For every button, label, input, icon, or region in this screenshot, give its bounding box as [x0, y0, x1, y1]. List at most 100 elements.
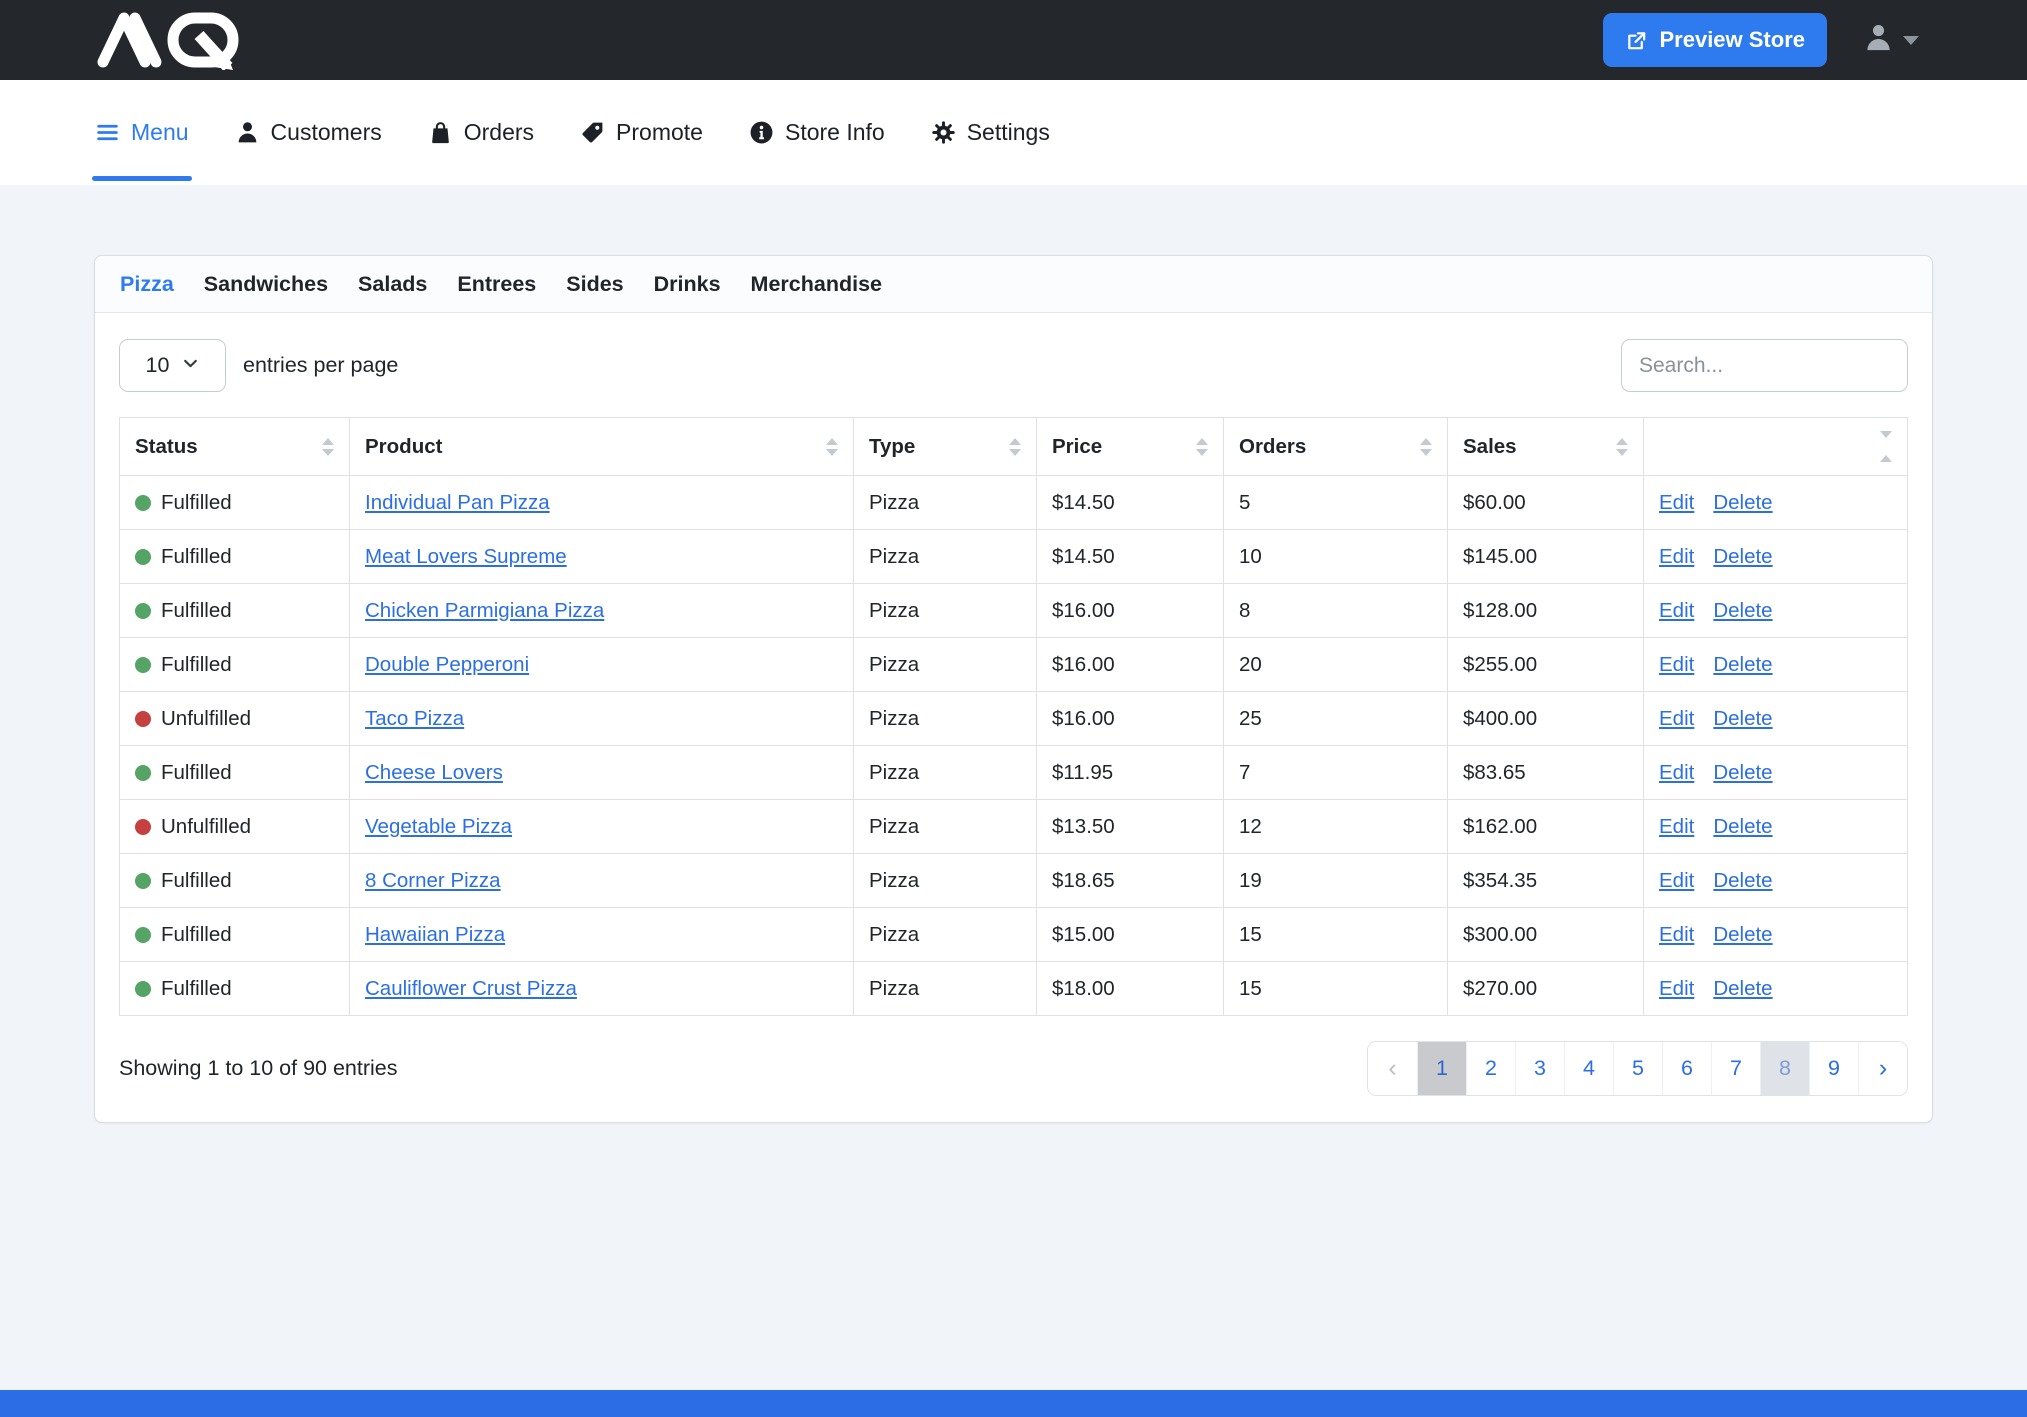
pagination-page-2[interactable]: 2: [1466, 1042, 1515, 1095]
column-label: Orders: [1239, 435, 1306, 459]
column-header-product[interactable]: Product: [350, 418, 854, 476]
table-header-row: Status Product Type Price Orders Sales: [120, 418, 1908, 476]
product-link[interactable]: Chicken Parmigiana Pizza: [365, 599, 604, 622]
delete-link[interactable]: Delete: [1713, 761, 1772, 785]
orders-cell: 7: [1224, 746, 1448, 800]
table-row: FulfilledHawaiian PizzaPizza$15.0015$300…: [120, 908, 1908, 962]
edit-link[interactable]: Edit: [1659, 977, 1694, 1001]
status-label: Fulfilled: [161, 491, 232, 515]
showing-entries-text: Showing 1 to 10 of 90 entries: [119, 1056, 398, 1081]
product-link[interactable]: Cheese Lovers: [365, 761, 503, 784]
status-cell: Unfulfilled: [120, 800, 350, 854]
status-cell: Unfulfilled: [120, 692, 350, 746]
edit-link[interactable]: Edit: [1659, 761, 1694, 785]
pagination-next-button[interactable]: ›: [1858, 1042, 1907, 1095]
nav-item-label: Store Info: [785, 119, 885, 146]
type-cell: Pizza: [854, 908, 1037, 962]
sales-cell: $270.00: [1448, 962, 1644, 1016]
column-label: Status: [135, 435, 198, 459]
product-link[interactable]: Hawaiian Pizza: [365, 923, 505, 946]
edit-link[interactable]: Edit: [1659, 545, 1694, 569]
edit-link[interactable]: Edit: [1659, 869, 1694, 893]
tab-merchandise[interactable]: Merchandise: [751, 272, 882, 297]
delete-link[interactable]: Delete: [1713, 545, 1772, 569]
column-header-type[interactable]: Type: [854, 418, 1037, 476]
pagination-page-8[interactable]: 8: [1760, 1042, 1809, 1095]
column-header-actions[interactable]: [1644, 418, 1908, 476]
sort-icon: [1196, 438, 1208, 456]
pagination-page-1[interactable]: 1: [1417, 1042, 1466, 1095]
status-dot-icon: [135, 603, 151, 619]
tab-entrees[interactable]: Entrees: [457, 272, 536, 297]
column-label: Type: [869, 435, 915, 459]
product-link[interactable]: Individual Pan Pizza: [365, 491, 550, 514]
edit-link[interactable]: Edit: [1659, 653, 1694, 677]
delete-link[interactable]: Delete: [1713, 977, 1772, 1001]
nav-item-store-info[interactable]: Store Info: [749, 80, 885, 185]
edit-link[interactable]: Edit: [1659, 815, 1694, 839]
delete-link[interactable]: Delete: [1713, 599, 1772, 623]
delete-link[interactable]: Delete: [1713, 869, 1772, 893]
edit-link[interactable]: Edit: [1659, 599, 1694, 623]
actions-cell: Edit Delete: [1644, 584, 1908, 638]
column-header-sales[interactable]: Sales: [1448, 418, 1644, 476]
price-cell: $14.50: [1037, 530, 1224, 584]
orders-cell: 20: [1224, 638, 1448, 692]
column-label: Product: [365, 435, 442, 459]
nav-item-settings[interactable]: Settings: [931, 80, 1050, 185]
product-link[interactable]: Taco Pizza: [365, 707, 464, 730]
type-cell: Pizza: [854, 854, 1037, 908]
nav-item-promote[interactable]: Promote: [580, 80, 703, 185]
bottom-accent-bar: [0, 1390, 2027, 1417]
delete-link[interactable]: Delete: [1713, 815, 1772, 839]
status-label: Unfulfilled: [161, 707, 251, 731]
tab-salads[interactable]: Salads: [358, 272, 427, 297]
edit-link[interactable]: Edit: [1659, 707, 1694, 731]
column-header-status[interactable]: Status: [120, 418, 350, 476]
pagination-page-3[interactable]: 3: [1515, 1042, 1564, 1095]
edit-link[interactable]: Edit: [1659, 923, 1694, 947]
entries-per-page-label: entries per page: [243, 353, 398, 378]
brand-logo[interactable]: [95, 10, 253, 70]
tab-drinks[interactable]: Drinks: [654, 272, 721, 297]
nav-item-label: Promote: [616, 119, 703, 146]
column-header-price[interactable]: Price: [1037, 418, 1224, 476]
delete-link[interactable]: Delete: [1713, 923, 1772, 947]
status-dot-icon: [135, 981, 151, 997]
pagination-page-7[interactable]: 7: [1711, 1042, 1760, 1095]
nav-item-orders[interactable]: Orders: [428, 80, 534, 185]
column-header-orders[interactable]: Orders: [1224, 418, 1448, 476]
delete-link[interactable]: Delete: [1713, 707, 1772, 731]
product-link[interactable]: Double Pepperoni: [365, 653, 529, 676]
user-menu[interactable]: [1863, 22, 1919, 58]
preview-store-button[interactable]: Preview Store: [1603, 13, 1827, 67]
product-link[interactable]: Cauliflower Crust Pizza: [365, 977, 577, 1000]
nav-item-customers[interactable]: Customers: [235, 80, 382, 185]
pagination-page-6[interactable]: 6: [1662, 1042, 1711, 1095]
product-link[interactable]: Vegetable Pizza: [365, 815, 512, 838]
pagination-prev-button[interactable]: ‹: [1368, 1042, 1417, 1095]
search-input[interactable]: [1621, 339, 1908, 392]
product-link[interactable]: Meat Lovers Supreme: [365, 545, 567, 568]
tab-sides[interactable]: Sides: [566, 272, 623, 297]
tab-pizza[interactable]: Pizza: [120, 272, 174, 297]
price-cell: $16.00: [1037, 638, 1224, 692]
table-row: FulfilledCheese LoversPizza$11.957$83.65…: [120, 746, 1908, 800]
products-card: Pizza Sandwiches Salads Entrees Sides Drinks M…: [94, 255, 1933, 1123]
product-cell: 8 Corner Pizza: [350, 854, 854, 908]
product-link[interactable]: 8 Corner Pizza: [365, 869, 501, 892]
status-label: Fulfilled: [161, 761, 232, 785]
orders-cell: 15: [1224, 962, 1448, 1016]
nav-item-menu[interactable]: Menu: [95, 80, 189, 185]
status-label: Fulfilled: [161, 923, 232, 947]
pagination-page-4[interactable]: 4: [1564, 1042, 1613, 1095]
pagination-page-5[interactable]: 5: [1613, 1042, 1662, 1095]
entries-per-page-select[interactable]: 10: [119, 339, 226, 392]
tab-sandwiches[interactable]: Sandwiches: [204, 272, 328, 297]
delete-link[interactable]: Delete: [1713, 491, 1772, 515]
pagination-page-9[interactable]: 9: [1809, 1042, 1858, 1095]
delete-link[interactable]: Delete: [1713, 653, 1772, 677]
edit-link[interactable]: Edit: [1659, 491, 1694, 515]
status-dot-icon: [135, 711, 151, 727]
topbar: Preview Store: [0, 0, 2027, 80]
